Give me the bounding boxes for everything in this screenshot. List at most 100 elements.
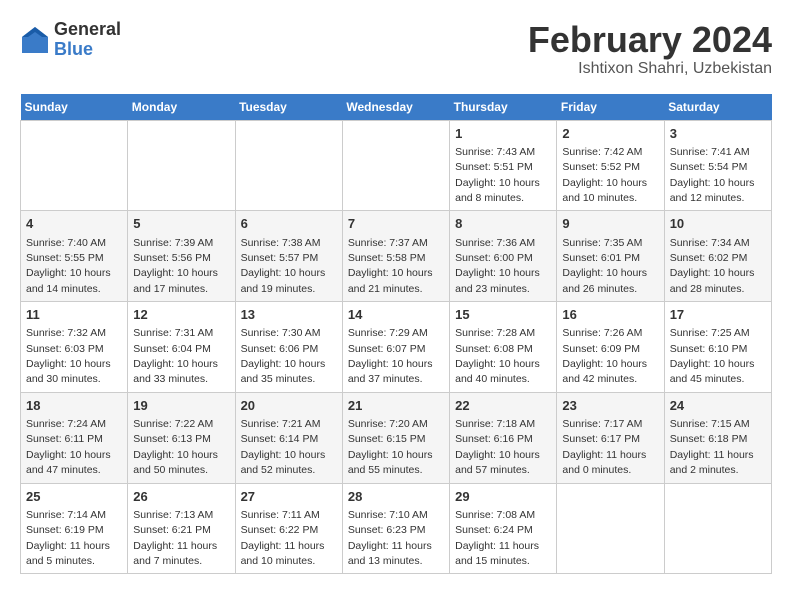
- day-detail: Sunrise: 7:29 AM Sunset: 6:07 PM Dayligh…: [348, 327, 433, 385]
- day-detail: Sunrise: 7:20 AM Sunset: 6:15 PM Dayligh…: [348, 418, 433, 476]
- calendar-cell: 2 Sunrise: 7:42 AM Sunset: 5:52 PM Daylig…: [557, 120, 664, 211]
- day-detail: Sunrise: 7:30 AM Sunset: 6:06 PM Dayligh…: [241, 327, 326, 385]
- calendar-cell: 23 Sunrise: 7:17 AM Sunset: 6:17 PM Dayli…: [557, 392, 664, 483]
- logo: General Blue: [20, 20, 121, 60]
- day-number: 20: [241, 397, 337, 415]
- calendar-cell: 24 Sunrise: 7:15 AM Sunset: 6:18 PM Dayli…: [664, 392, 771, 483]
- title-block: February 2024 Ishtixon Shahri, Uzbekista…: [528, 20, 772, 78]
- weekday-header: Friday: [557, 94, 664, 121]
- day-number: 14: [348, 306, 444, 324]
- calendar-cell: [235, 120, 342, 211]
- day-detail: Sunrise: 7:39 AM Sunset: 5:56 PM Dayligh…: [133, 237, 218, 295]
- day-detail: Sunrise: 7:25 AM Sunset: 6:10 PM Dayligh…: [670, 327, 755, 385]
- calendar-cell: 21 Sunrise: 7:20 AM Sunset: 6:15 PM Dayli…: [342, 392, 449, 483]
- calendar-cell: [21, 120, 128, 211]
- day-number: 2: [562, 125, 658, 143]
- day-number: 7: [348, 215, 444, 233]
- day-number: 24: [670, 397, 766, 415]
- day-detail: Sunrise: 7:42 AM Sunset: 5:52 PM Dayligh…: [562, 146, 647, 204]
- day-number: 19: [133, 397, 229, 415]
- calendar-cell: 1Sunrise: 7:43 AM Sunset: 5:51 PM Daylig…: [450, 120, 557, 211]
- day-number: 3: [670, 125, 766, 143]
- calendar-cell: 26Sunrise: 7:13 AM Sunset: 6:21 PM Dayli…: [128, 483, 235, 574]
- calendar-table: SundayMondayTuesdayWednesdayThursdayFrid…: [20, 94, 772, 575]
- day-number: 10: [670, 215, 766, 233]
- day-detail: Sunrise: 7:21 AM Sunset: 6:14 PM Dayligh…: [241, 418, 326, 476]
- day-number: 25: [26, 488, 122, 506]
- day-number: 28: [348, 488, 444, 506]
- weekday-header: Saturday: [664, 94, 771, 121]
- calendar-cell: 16 Sunrise: 7:26 AM Sunset: 6:09 PM Dayli…: [557, 302, 664, 393]
- main-title: February 2024: [528, 20, 772, 60]
- day-detail: Sunrise: 7:36 AM Sunset: 6:00 PM Dayligh…: [455, 237, 540, 295]
- day-number: 27: [241, 488, 337, 506]
- day-detail: Sunrise: 7:11 AM Sunset: 6:22 PM Dayligh…: [241, 509, 325, 567]
- logo-icon: [20, 25, 50, 55]
- day-number: 17: [670, 306, 766, 324]
- calendar-cell: 27 Sunrise: 7:11 AM Sunset: 6:22 PM Dayli…: [235, 483, 342, 574]
- day-number: 21: [348, 397, 444, 415]
- calendar-cell: 28 Sunrise: 7:10 AM Sunset: 6:23 PM Dayli…: [342, 483, 449, 574]
- calendar-cell: [128, 120, 235, 211]
- day-number: 1: [455, 125, 551, 143]
- calendar-header-row: SundayMondayTuesdayWednesdayThursdayFrid…: [21, 94, 772, 121]
- day-number: 4: [26, 215, 122, 233]
- day-detail: Sunrise: 7:26 AM Sunset: 6:09 PM Dayligh…: [562, 327, 647, 385]
- day-detail: Sunrise: 7:31 AM Sunset: 6:04 PM Dayligh…: [133, 327, 218, 385]
- weekday-header: Tuesday: [235, 94, 342, 121]
- calendar-week-row: 4Sunrise: 7:40 AM Sunset: 5:55 PM Daylig…: [21, 211, 772, 302]
- day-detail: Sunrise: 7:17 AM Sunset: 6:17 PM Dayligh…: [562, 418, 646, 476]
- day-number: 11: [26, 306, 122, 324]
- calendar-cell: 29 Sunrise: 7:08 AM Sunset: 6:24 PM Dayli…: [450, 483, 557, 574]
- calendar-cell: [342, 120, 449, 211]
- weekday-header: Monday: [128, 94, 235, 121]
- day-detail: Sunrise: 7:37 AM Sunset: 5:58 PM Dayligh…: [348, 237, 433, 295]
- day-detail: Sunrise: 7:10 AM Sunset: 6:23 PM Dayligh…: [348, 509, 432, 567]
- day-detail: Sunrise: 7:22 AM Sunset: 6:13 PM Dayligh…: [133, 418, 218, 476]
- day-number: 23: [562, 397, 658, 415]
- calendar-cell: 19 Sunrise: 7:22 AM Sunset: 6:13 PM Dayli…: [128, 392, 235, 483]
- day-number: 5: [133, 215, 229, 233]
- weekday-header: Thursday: [450, 94, 557, 121]
- calendar-cell: 3 Sunrise: 7:41 AM Sunset: 5:54 PM Daylig…: [664, 120, 771, 211]
- calendar-week-row: 11 Sunrise: 7:32 AM Sunset: 6:03 PM Dayli…: [21, 302, 772, 393]
- calendar-cell: [664, 483, 771, 574]
- day-detail: Sunrise: 7:15 AM Sunset: 6:18 PM Dayligh…: [670, 418, 754, 476]
- day-number: 16: [562, 306, 658, 324]
- page-header: General Blue February 2024 Ishtixon Shah…: [20, 20, 772, 78]
- day-number: 13: [241, 306, 337, 324]
- calendar-cell: 20 Sunrise: 7:21 AM Sunset: 6:14 PM Dayli…: [235, 392, 342, 483]
- day-number: 29: [455, 488, 551, 506]
- calendar-cell: 13 Sunrise: 7:30 AM Sunset: 6:06 PM Dayli…: [235, 302, 342, 393]
- calendar-cell: 4Sunrise: 7:40 AM Sunset: 5:55 PM Daylig…: [21, 211, 128, 302]
- day-number: 26: [133, 488, 229, 506]
- day-detail: Sunrise: 7:34 AM Sunset: 6:02 PM Dayligh…: [670, 237, 755, 295]
- day-detail: Sunrise: 7:14 AM Sunset: 6:19 PM Dayligh…: [26, 509, 110, 567]
- logo-blue: Blue: [54, 40, 121, 60]
- subtitle: Ishtixon Shahri, Uzbekistan: [528, 60, 772, 78]
- day-detail: Sunrise: 7:41 AM Sunset: 5:54 PM Dayligh…: [670, 146, 755, 204]
- calendar-cell: 8 Sunrise: 7:36 AM Sunset: 6:00 PM Daylig…: [450, 211, 557, 302]
- calendar-cell: [557, 483, 664, 574]
- day-detail: Sunrise: 7:38 AM Sunset: 5:57 PM Dayligh…: [241, 237, 326, 295]
- day-number: 15: [455, 306, 551, 324]
- day-number: 12: [133, 306, 229, 324]
- day-number: 9: [562, 215, 658, 233]
- calendar-cell: 17 Sunrise: 7:25 AM Sunset: 6:10 PM Dayli…: [664, 302, 771, 393]
- calendar-cell: 10 Sunrise: 7:34 AM Sunset: 6:02 PM Dayli…: [664, 211, 771, 302]
- calendar-week-row: 25 Sunrise: 7:14 AM Sunset: 6:19 PM Dayli…: [21, 483, 772, 574]
- day-number: 6: [241, 215, 337, 233]
- day-detail: Sunrise: 7:28 AM Sunset: 6:08 PM Dayligh…: [455, 327, 540, 385]
- calendar-week-row: 1Sunrise: 7:43 AM Sunset: 5:51 PM Daylig…: [21, 120, 772, 211]
- calendar-cell: 14 Sunrise: 7:29 AM Sunset: 6:07 PM Dayli…: [342, 302, 449, 393]
- calendar-cell: 15 Sunrise: 7:28 AM Sunset: 6:08 PM Dayli…: [450, 302, 557, 393]
- calendar-cell: 22Sunrise: 7:18 AM Sunset: 6:16 PM Dayli…: [450, 392, 557, 483]
- day-detail: Sunrise: 7:32 AM Sunset: 6:03 PM Dayligh…: [26, 327, 111, 385]
- day-number: 8: [455, 215, 551, 233]
- day-number: 18: [26, 397, 122, 415]
- day-detail: Sunrise: 7:24 AM Sunset: 6:11 PM Dayligh…: [26, 418, 111, 476]
- weekday-header: Sunday: [21, 94, 128, 121]
- calendar-cell: 12 Sunrise: 7:31 AM Sunset: 6:04 PM Dayli…: [128, 302, 235, 393]
- calendar-cell: 11 Sunrise: 7:32 AM Sunset: 6:03 PM Dayli…: [21, 302, 128, 393]
- day-detail: Sunrise: 7:08 AM Sunset: 6:24 PM Dayligh…: [455, 509, 539, 567]
